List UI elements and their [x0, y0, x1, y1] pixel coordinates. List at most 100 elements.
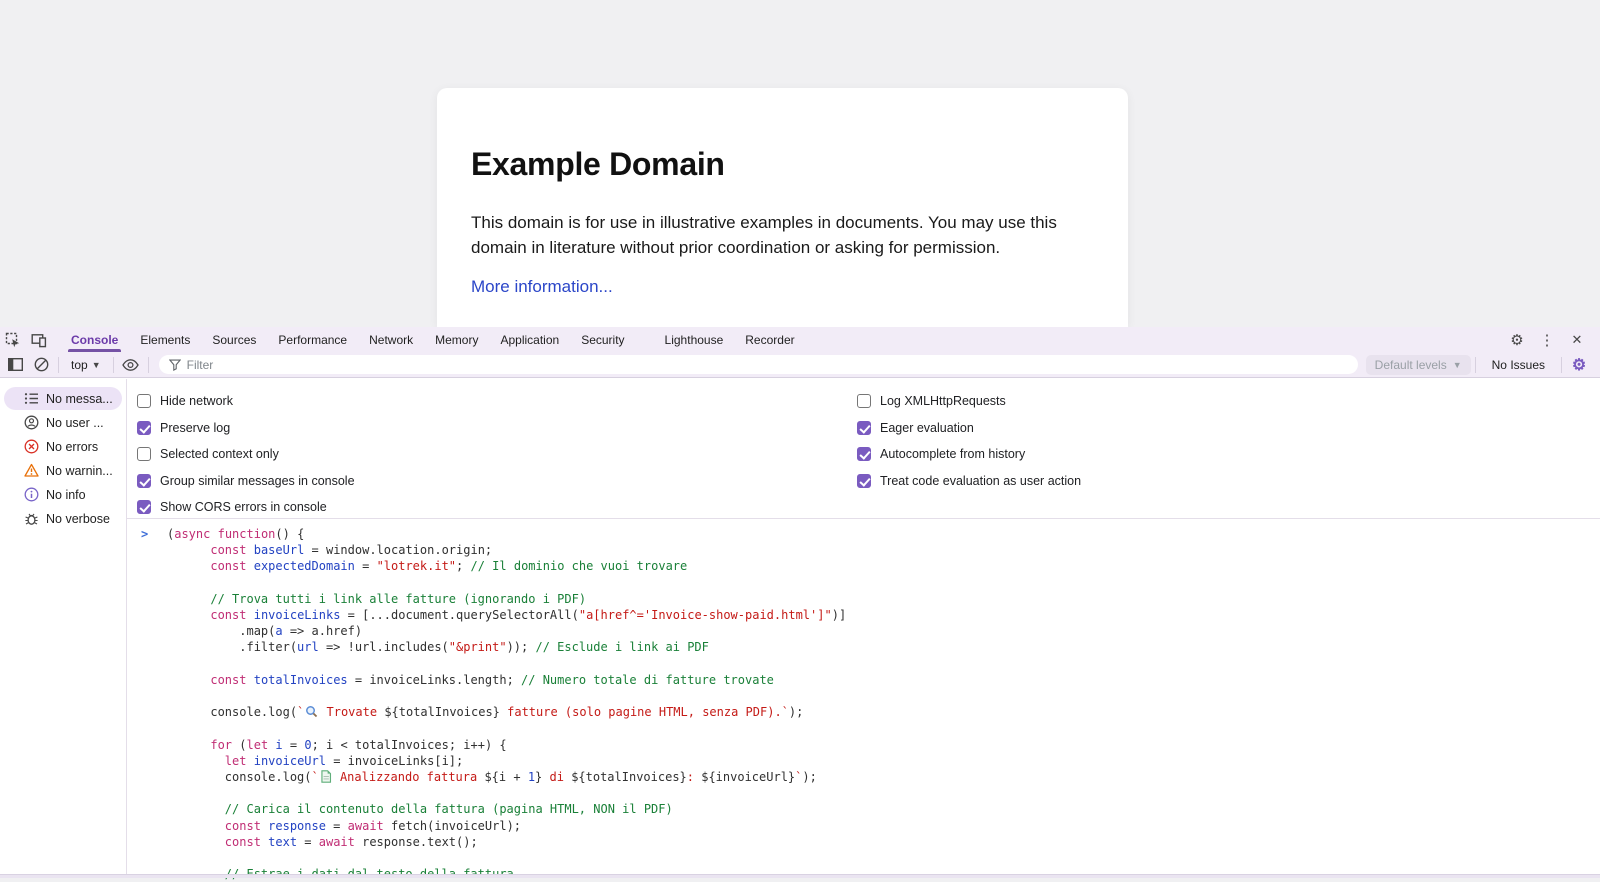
tabbar-controls: ⚙ ⋮ ✕ [1504, 327, 1600, 352]
setting-eager-evaluation[interactable]: Eager evaluation [857, 415, 1081, 442]
document-icon [319, 769, 333, 785]
toggle-sidebar-button[interactable] [2, 353, 28, 377]
console-body: No messa... No user ... No errors No warnin… [0, 379, 1600, 881]
setting-label: Selected context only [160, 447, 279, 462]
tab-performance[interactable]: Performance [267, 327, 358, 352]
filter-placeholder: Filter [186, 357, 214, 372]
magnifier-icon [304, 704, 319, 720]
settings-button[interactable]: ⚙ [1504, 331, 1530, 349]
settings-column-1: Hide network Preserve log Selected context… [137, 388, 355, 521]
sidebar-filter-no-verbose[interactable]: No verbose [4, 507, 122, 530]
sidebar-filter-no-errors[interactable]: No errors [4, 435, 122, 458]
toolbar-separator [112, 356, 114, 373]
code-line: // Trova tutti i link alle fatture (igno… [210, 591, 587, 606]
sidebar-filter-no-warnin-[interactable]: No warnin... [4, 459, 122, 482]
warning-icon [24, 463, 39, 478]
console-prompt-area[interactable]: > (async function() { const baseUrl = wi… [127, 519, 1600, 882]
setting-label: Eager evaluation [880, 420, 974, 435]
user-icon [24, 415, 39, 430]
browser-viewport: Example Domain This domain is for use in… [0, 0, 1600, 327]
setting-label: Group similar messages in console [160, 473, 355, 488]
console-main: Hide network Preserve log Selected context… [127, 379, 1600, 881]
inspect-icon [5, 332, 21, 348]
setting-show-cors-errors-in-console[interactable]: Show CORS errors in console [137, 494, 355, 521]
tab-security[interactable]: Security [570, 327, 635, 352]
checkbox-checked[interactable] [137, 500, 151, 515]
toolbar-separator [147, 356, 149, 373]
sidebar-filter-no-user-[interactable]: No user ... [4, 411, 122, 434]
log-levels-dropdown[interactable]: Default levels ▼ [1365, 354, 1471, 375]
checkbox-checked[interactable] [857, 447, 871, 462]
setting-preserve-log[interactable]: Preserve log [137, 415, 355, 442]
checkbox-unchecked[interactable] [137, 447, 151, 462]
error-icon [24, 439, 39, 454]
clear-icon [34, 357, 49, 372]
setting-log-xmlhttprequests[interactable]: Log XMLHttpRequests [857, 388, 1081, 415]
tab-application[interactable]: Application [489, 327, 570, 352]
code-line: console.log(` Trovate ${totalInvoices} f… [167, 704, 804, 720]
clear-console-button[interactable] [28, 353, 54, 377]
inspect-element-button[interactable] [0, 327, 26, 352]
toolbar-separator [58, 356, 59, 373]
live-expression-button[interactable] [118, 353, 144, 377]
tab-network[interactable]: Network [358, 327, 424, 352]
page-body-text: This domain is for use in illustrative e… [471, 213, 1057, 257]
code-line: for (let i = 0; i < totalInvoices; i++) … [210, 737, 507, 752]
setting-treat-code-evaluation-as-user-action[interactable]: Treat code evaluation as user action [857, 468, 1081, 495]
console-settings-button[interactable]: ⚙ [1566, 353, 1592, 377]
tab-sources[interactable]: Sources [201, 327, 267, 352]
code-line: const expectedDomain = "lotrek.it"; // I… [210, 559, 688, 574]
console-settings-pane: Hide network Preserve log Selected context… [127, 379, 1600, 519]
funnel-icon [168, 359, 181, 371]
device-toolbar-button[interactable] [26, 327, 52, 352]
setting-label: Log XMLHttpRequests [880, 394, 1006, 409]
sidebar-filter-label: No user ... [46, 415, 104, 430]
sidebar-filter-no-info[interactable]: No info [4, 483, 122, 506]
code-line: (async function() { [167, 527, 305, 541]
eye-icon [122, 358, 139, 371]
devtools-tabbar: Console Elements Sources Performance Network… [0, 327, 1600, 352]
tab-elements[interactable]: Elements [129, 327, 201, 352]
tab-memory[interactable]: Memory [424, 327, 489, 352]
more-options-button[interactable]: ⋮ [1534, 331, 1560, 349]
execution-context-selector[interactable]: top ▼ [63, 358, 109, 372]
levels-label: Default levels [1374, 357, 1447, 372]
checkbox-checked[interactable] [857, 473, 871, 488]
sidebar-filter-label: No messa... [46, 391, 113, 406]
issues-counter[interactable]: No Issues [1480, 358, 1557, 372]
code-line: console.log(` Analizzando fattura ${i + … [167, 769, 817, 785]
tab-lighthouse[interactable]: Lighthouse [654, 327, 735, 352]
checkbox-checked[interactable] [137, 420, 151, 435]
setting-selected-context-only[interactable]: Selected context only [137, 441, 355, 468]
more-information-link[interactable]: More information... [471, 277, 613, 297]
bottom-edge-strip [0, 874, 1600, 878]
code-line: .filter(url => !url.includes("&print"));… [167, 640, 709, 655]
sidebar-filter-no-messa-[interactable]: No messa... [4, 387, 122, 410]
checkbox-checked[interactable] [857, 420, 871, 435]
checkbox-checked[interactable] [137, 473, 151, 488]
toolbar-separator [1561, 356, 1562, 373]
sidebar-filter-label: No info [46, 487, 86, 502]
code-line: let invoiceUrl = invoiceLinks[i]; [224, 753, 464, 768]
chevron-down-icon: ▼ [91, 359, 101, 370]
chevron-down-icon: ▼ [1452, 359, 1462, 370]
setting-autocomplete-from-history[interactable]: Autocomplete from history [857, 441, 1081, 468]
sidebar-filter-label: No verbose [46, 511, 110, 526]
tab-recorder[interactable]: Recorder [734, 327, 805, 352]
settings-column-2: Log XMLHttpRequests Eager evaluation Autoc… [857, 388, 1081, 494]
checkbox-unchecked[interactable] [137, 394, 151, 409]
checkbox-unchecked[interactable] [857, 394, 871, 409]
filter-input[interactable]: Filter [158, 355, 1358, 374]
sidebar-filter-label: No warnin... [46, 463, 113, 478]
setting-group-similar-messages-in-console[interactable]: Group similar messages in console [137, 468, 355, 495]
kebab-menu-icon: ⋮ [1539, 331, 1555, 349]
setting-label: Autocomplete from history [880, 447, 1026, 462]
setting-hide-network[interactable]: Hide network [137, 388, 355, 415]
tab-console[interactable]: Console [60, 327, 129, 352]
close-devtools-button[interactable]: ✕ [1564, 332, 1590, 348]
